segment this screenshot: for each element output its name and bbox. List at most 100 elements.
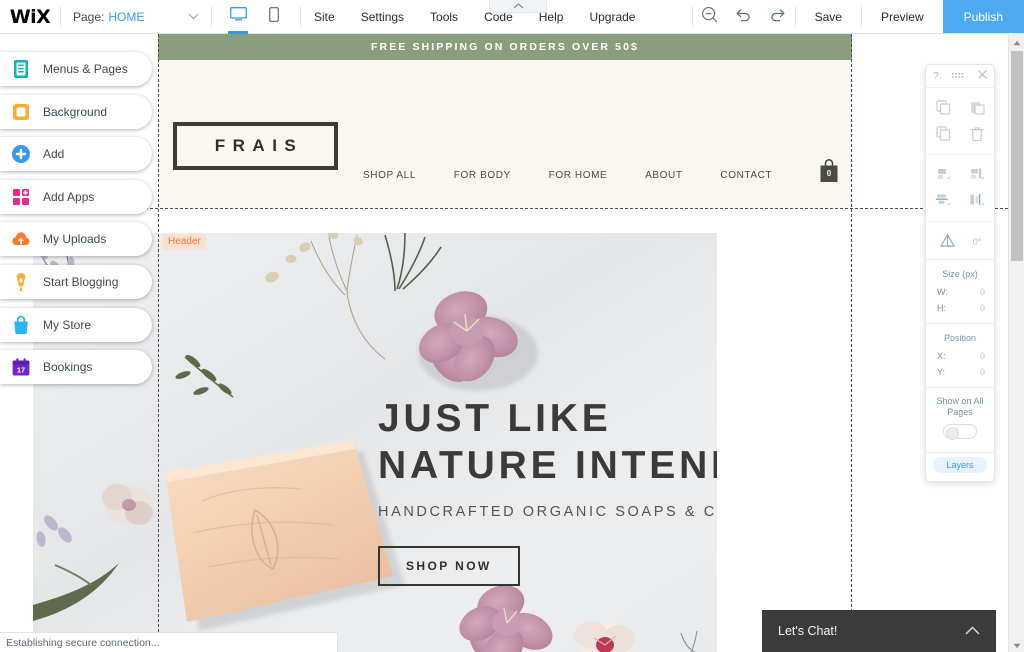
site-header-section[interactable]: FRAIS SHOP ALL FOR BODY FOR HOME ABOUT C… [158,60,852,208]
site-logo[interactable]: FRAIS [173,122,338,170]
save-button[interactable]: Save [796,0,861,33]
sidebar-item-label: Add [43,147,65,162]
sidebar-item-bookings[interactable]: 17 Bookings [0,350,152,385]
wix-logo[interactable]: WiX [0,0,60,33]
caret-up-icon [1013,33,1021,51]
shop-now-button[interactable]: SHOP NOW [378,546,520,586]
sidebar-item-add[interactable]: Add [0,137,152,172]
site-navigation: SHOP ALL FOR BODY FOR HOME ABOUT CONTACT [363,165,838,185]
sidebar-item-label: My Uploads [43,232,107,247]
scrollbar-thumb[interactable] [1011,51,1023,261]
collapse-top-bar-button[interactable] [489,0,547,13]
page-selector[interactable]: Page: HOME [61,0,211,33]
cart-button[interactable]: 0 [818,158,840,184]
rotate-icon[interactable] [939,233,956,250]
scroll-up-button[interactable] [1009,34,1024,49]
scroll-down-button[interactable] [1009,637,1024,652]
pages-icon [10,58,32,80]
delete-button[interactable] [960,121,994,147]
show-on-all-pages-toggle[interactable] [943,424,977,440]
chat-widget[interactable]: Let's Chat! [762,610,996,652]
preview-button[interactable]: Preview [862,0,943,33]
sidebar-item-add-apps[interactable]: Add Apps [0,179,152,214]
caret-down-icon [1013,636,1021,652]
status-bar: Establishing secure connection... [0,632,338,652]
undo-button[interactable] [727,0,761,33]
copy-button[interactable] [926,95,960,121]
menu-item-tools[interactable]: Tools [417,0,471,34]
align-right-button[interactable] [960,162,994,188]
floating-toolbar-show-all-section: Show on All Pages [926,387,994,452]
close-icon[interactable] [978,70,987,82]
sidebar-item-label: Background [43,104,108,119]
editor-left-sidebar: Menus & Pages Background Add Add Apps My [0,52,160,393]
floating-toolbar-rotate-section: 0° [926,221,994,259]
floating-toolbar-header: ? [926,65,994,87]
menu-item-settings[interactable]: Settings [348,0,417,34]
sidebar-item-label: Add Apps [43,189,95,204]
align-left-button[interactable] [926,162,960,188]
header-section-tag[interactable]: Header [163,234,206,250]
floating-toolbar-align-section [926,154,994,221]
publish-button[interactable]: Publish [942,0,1024,33]
position-y-value: 0 [979,367,985,377]
hero-heading-line2[interactable]: NATURE INTENDED [378,442,717,489]
nav-item-shop-all[interactable]: SHOP ALL [363,170,416,181]
redo-icon [769,7,786,27]
rotate-value[interactable]: 0° [973,237,982,247]
sidebar-item-my-uploads[interactable]: My Uploads [0,222,152,257]
sidebar-item-menus-pages[interactable]: Menus & Pages [0,52,152,86]
align-center-horizontal-button[interactable] [926,188,960,214]
page-selector-value: HOME [108,9,145,24]
canvas-vertical-scrollbar[interactable] [1008,34,1024,652]
status-message: Establishing secure connection... [6,636,160,649]
apps-grid-icon [10,186,32,208]
page-selector-label: Page: [73,9,105,24]
chat-label: Let's Chat! [778,624,838,638]
nav-item-for-body[interactable]: FOR BODY [454,170,511,181]
pen-nib-icon [10,271,32,293]
mobile-view-button[interactable] [262,0,286,34]
position-y-field[interactable]: Y: 0 [926,364,994,380]
desktop-view-button[interactable] [226,0,250,34]
menu-item-upgrade[interactable]: Upgrade [576,0,648,34]
hero-subheading[interactable]: HANDCRAFTED ORGANIC SOAPS & CANDLES [378,504,717,520]
zoom-out-icon [701,6,718,28]
floating-toolbar-layers-section: Layers [926,452,994,481]
add-plus-icon [10,143,32,165]
height-field[interactable]: H: 0 [926,300,994,316]
guide-line-right [851,34,852,652]
chevron-up-icon[interactable] [965,622,980,640]
sidebar-item-start-blogging[interactable]: Start Blogging [0,264,152,299]
position-x-field[interactable]: X: 0 [926,348,994,364]
announcement-bar[interactable]: FREE SHIPPING ON ORDERS OVER 50$ [158,34,852,60]
nav-item-for-home[interactable]: FOR HOME [549,170,608,181]
nav-item-contact[interactable]: CONTACT [720,170,772,181]
hero-heading-line1[interactable]: JUST LIKE [378,395,717,442]
duplicate-button[interactable] [926,121,960,147]
position-x-value: 0 [979,351,985,361]
sidebar-item-background[interactable]: Background [0,94,152,129]
align-center-v-icon [969,193,985,210]
show-on-all-pages-label: Show on All Pages [936,396,984,417]
editor-menu-bar: Site Settings Tools Code Help Upgrade [301,0,648,33]
align-center-h-icon [935,193,951,210]
align-right-icon [969,167,985,184]
sidebar-item-my-store[interactable]: My Store [0,307,152,342]
redo-button[interactable] [761,0,795,33]
drag-handle-icon[interactable] [951,71,965,82]
position-x-label: X: [937,351,946,361]
undo-icon [735,7,752,27]
layers-button[interactable]: Layers [933,457,987,473]
align-left-icon [935,167,951,184]
sidebar-item-label: Menus & Pages [43,62,128,76]
zoom-out-button[interactable] [693,0,727,33]
width-field[interactable]: W: 0 [926,284,994,300]
align-center-vertical-button[interactable] [960,188,994,214]
paste-button[interactable] [960,95,994,121]
nav-item-about[interactable]: ABOUT [645,170,682,181]
menu-item-site[interactable]: Site [301,0,348,34]
paste-icon [970,100,985,117]
question-mark-icon[interactable]: ? [933,71,939,82]
site-logo-text: FRAIS [214,136,304,155]
